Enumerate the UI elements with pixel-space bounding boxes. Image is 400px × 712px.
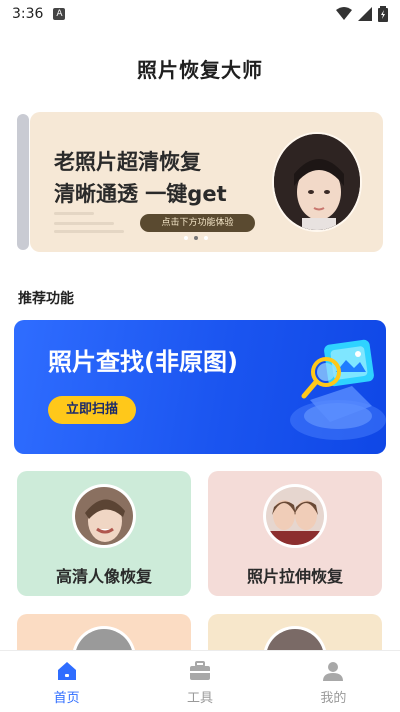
photo-search-card[interactable]: 照片查找(非原图) 立即扫描 bbox=[14, 320, 386, 454]
smiling-woman-image bbox=[75, 487, 133, 545]
feature-label: 照片拉伸恢复 bbox=[246, 567, 343, 586]
nav-label: 我的 bbox=[320, 691, 347, 706]
feature-avatar bbox=[263, 484, 327, 548]
nav-label: 首页 bbox=[53, 691, 80, 706]
nav-tab-tools[interactable]: 工具 bbox=[133, 651, 266, 712]
banner-dot-active bbox=[194, 236, 198, 240]
nav-tab-profile[interactable]: 我的 bbox=[267, 651, 400, 712]
nav-label: 工具 bbox=[186, 691, 213, 706]
scan-now-button[interactable]: 立即扫描 bbox=[48, 396, 136, 424]
banner-cta-pill[interactable]: 点击下方功能体验 bbox=[140, 214, 255, 232]
signal-icon bbox=[358, 7, 372, 21]
profile-icon bbox=[323, 662, 344, 681]
section-title-recommended: 推荐功能 bbox=[18, 291, 74, 307]
page-title: 照片恢复大师 bbox=[137, 58, 263, 82]
nav-tab-home[interactable]: 首页 bbox=[0, 651, 133, 712]
photo-search-illustration bbox=[290, 339, 386, 440]
status-bar: 3:36 A bbox=[0, 0, 400, 28]
bottom-navigation: 首页 工具 我的 bbox=[0, 650, 400, 712]
promo-banner[interactable]: 老照片超清恢复 清晰通透 一键get 点击下方功能体验 bbox=[30, 112, 383, 252]
banner-dot bbox=[184, 236, 188, 240]
battery-icon bbox=[378, 6, 388, 22]
notification-icon: A bbox=[53, 8, 66, 20]
toolbox-icon bbox=[189, 661, 210, 680]
feature-label: 高清人像恢复 bbox=[55, 567, 152, 586]
feature-photo-stretch-restore[interactable]: 照片拉伸恢复 bbox=[208, 471, 382, 596]
status-time: 3:36 bbox=[12, 6, 44, 22]
banner-pagination bbox=[184, 236, 208, 240]
feature-avatar bbox=[72, 484, 136, 548]
wifi-icon bbox=[336, 7, 352, 20]
twin-women-image bbox=[266, 487, 324, 545]
feature-hd-portrait-restore[interactable]: 高清人像恢复 bbox=[17, 471, 191, 596]
banner-decoration-line bbox=[54, 212, 94, 215]
home-icon bbox=[57, 662, 76, 680]
banner-decoration-line bbox=[54, 230, 124, 233]
banner-subheadline: 清晰通透 一键get bbox=[54, 182, 227, 206]
banner-previous-slide[interactable] bbox=[17, 114, 29, 250]
photo-search-title: 照片查找(非原图) bbox=[48, 348, 238, 376]
banner-portrait-image bbox=[272, 132, 362, 232]
status-icons bbox=[336, 6, 388, 22]
banner-headline: 老照片超清恢复 bbox=[54, 150, 201, 174]
banner-dot bbox=[204, 236, 208, 240]
banner-decoration-line bbox=[54, 222, 114, 225]
